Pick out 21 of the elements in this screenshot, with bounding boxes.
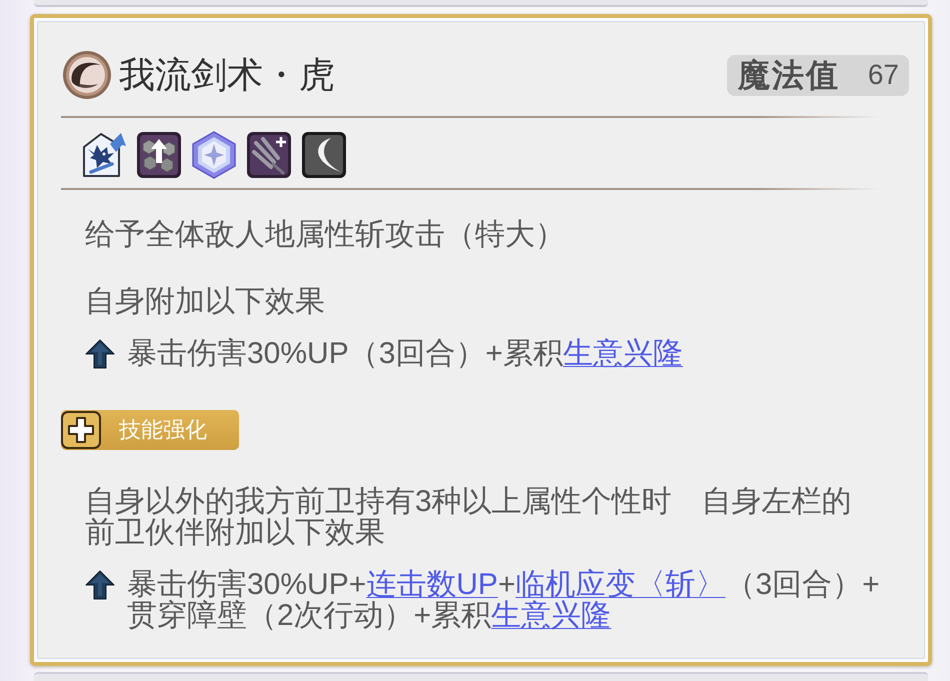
keyword-link[interactable]: 连击数UP xyxy=(366,569,498,600)
description-text: 自身以外的我方前卫持有3种以上属性个性时 自身左栏的前卫伙伴附加以下效果 xyxy=(85,486,853,548)
gem-icon xyxy=(191,131,237,179)
house-arrow-icon xyxy=(81,131,127,179)
mp-value: 67 xyxy=(868,58,899,92)
crescent-tile-icon xyxy=(301,131,347,179)
description-text: 自身附加以下效果 xyxy=(85,286,326,317)
plus-icon xyxy=(61,411,101,449)
crescent-icon xyxy=(63,51,111,99)
keyword-link[interactable]: 生意兴隆 xyxy=(562,338,683,369)
effect-text: 暴击伤害30%UP（3回合）+累积生意兴隆 xyxy=(127,338,684,369)
mp-label: 魔法值 xyxy=(738,56,840,94)
scratch-marks-icon xyxy=(246,131,292,179)
keyword-link[interactable]: 生意兴隆 xyxy=(491,600,612,631)
skill-title: 我流剑术・虎 xyxy=(119,53,335,97)
up-arrow-icon xyxy=(85,339,115,369)
up-arrow-icon xyxy=(85,570,115,600)
description-text: 给予全体敌人地属性斩攻击（特大） xyxy=(85,219,566,250)
effect-text: 暴击伤害30%UP+连击数UP+临机应变〈斩〉（3回合）+贯穿障壁（2次行动）+累积生意兴隆 xyxy=(127,569,881,631)
tag-label: 技能强化 xyxy=(119,416,207,444)
keyword-link[interactable]: 临机应变〈斩〉 xyxy=(515,569,726,600)
